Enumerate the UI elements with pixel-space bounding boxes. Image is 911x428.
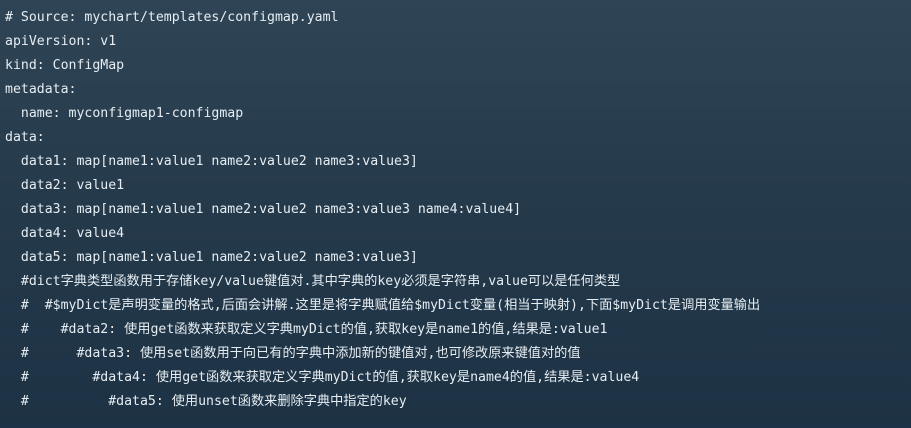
- code-line-metadata: metadata:: [5, 82, 77, 97]
- code-line-source-comment: # Source: mychart/templates/configmap.ya…: [5, 10, 339, 25]
- code-line-data3: data3: map[name1:value1 name2:value2 nam…: [5, 202, 522, 217]
- code-line-comment-data3: # #data3: 使用set函数用于向已有的字典中添加新的键值对,也可修改原来…: [5, 346, 581, 361]
- code-line-comment-data5: # #data5: 使用unset函数来删除字典中指定的key: [5, 394, 407, 409]
- code-line-data4: data4: value4: [5, 226, 125, 241]
- code-line-name: name: myconfigmap1-configmap: [5, 106, 244, 121]
- code-line-comment-data2: # #data2: 使用get函数来获取定义字典myDict的值,获取key是n…: [5, 322, 608, 337]
- code-line-comment-mydict: # #$myDict是声明变量的格式,后面会讲解.这里是将字典赋值给$myDic…: [5, 298, 761, 313]
- code-block: # Source: mychart/templates/configmap.ya…: [0, 0, 911, 428]
- code-line-comment-data4: # #data4: 使用get函数来获取定义字典myDict的值,获取key是n…: [5, 370, 640, 385]
- code-line-data5: data5: map[name1:value1 name2:value2 nam…: [5, 250, 418, 265]
- code-line-api-version: apiVersion: v1: [5, 34, 117, 49]
- code-line-data: data:: [5, 130, 45, 145]
- code-line-data2: data2: value1: [5, 178, 125, 193]
- code-line-kind: kind: ConfigMap: [5, 58, 125, 73]
- code-line-comment-dict: #dict字典类型函数用于存储key/value键值对.其中字典的key必须是字…: [5, 274, 621, 289]
- code-line-data1: data1: map[name1:value1 name2:value2 nam…: [5, 154, 418, 169]
